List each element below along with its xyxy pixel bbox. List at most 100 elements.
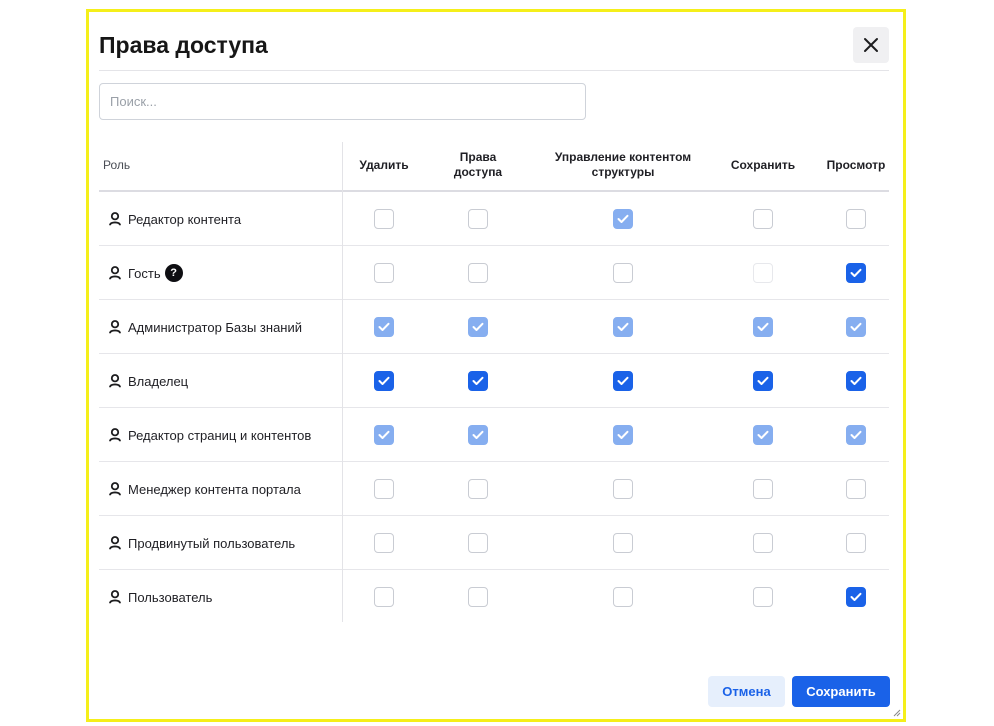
- checkbox-access[interactable]: [468, 263, 488, 283]
- column-header-view: Просмотр: [826, 157, 886, 172]
- check-icon: [472, 376, 484, 385]
- checkbox-save: [753, 263, 773, 283]
- check-icon: [472, 322, 484, 331]
- user-icon: [109, 428, 121, 442]
- role-cell: Гость?: [109, 246, 183, 300]
- checkbox-delete[interactable]: [374, 317, 394, 337]
- checkbox-save[interactable]: [753, 317, 773, 337]
- save-button[interactable]: Сохранить: [792, 676, 890, 707]
- checkbox-view[interactable]: [846, 479, 866, 499]
- role-name: Администратор Базы знаний: [128, 319, 303, 335]
- help-icon[interactable]: ?: [164, 264, 183, 282]
- cancel-button[interactable]: Отмена: [708, 676, 785, 707]
- checkbox-manage[interactable]: [613, 479, 633, 499]
- search-input[interactable]: [99, 83, 586, 120]
- checkbox-manage[interactable]: [613, 425, 633, 445]
- checkbox-save[interactable]: [753, 371, 773, 391]
- dialog-title: Права доступа: [99, 32, 268, 58]
- checkbox-manage[interactable]: [613, 371, 633, 391]
- role-name: Редактор страниц и контентов: [128, 427, 312, 443]
- user-icon: [109, 590, 121, 604]
- checkbox-delete[interactable]: [374, 479, 394, 499]
- checkbox-save[interactable]: [753, 533, 773, 553]
- user-icon: [109, 482, 121, 496]
- permissions-dialog: Права доступа Роль Удалить Права доступа У…: [86, 9, 906, 722]
- column-header-save: Сохранить: [730, 157, 796, 172]
- resize-grip-icon[interactable]: [893, 709, 901, 717]
- table-row: Редактор страниц и контентов: [99, 408, 889, 462]
- check-icon: [617, 214, 629, 223]
- role-name: Продвинутый пользователь: [128, 535, 296, 551]
- table-row: Редактор контента: [99, 192, 889, 246]
- check-icon: [378, 322, 390, 331]
- checkbox-save[interactable]: [753, 587, 773, 607]
- checkbox-view[interactable]: [846, 425, 866, 445]
- checkbox-access[interactable]: [468, 587, 488, 607]
- check-icon: [757, 376, 769, 385]
- checkbox-manage[interactable]: [613, 533, 633, 553]
- check-icon: [850, 322, 862, 331]
- checkbox-view[interactable]: [846, 209, 866, 229]
- role-cell: Владелец: [109, 354, 188, 408]
- checkbox-view[interactable]: [846, 263, 866, 283]
- check-icon: [850, 376, 862, 385]
- checkbox-access[interactable]: [468, 371, 488, 391]
- check-icon: [472, 430, 484, 439]
- role-name: Пользователь: [128, 589, 213, 605]
- user-icon: [109, 320, 121, 334]
- role-name: Менеджер контента портала: [128, 481, 301, 497]
- check-icon: [378, 430, 390, 439]
- table-row: Администратор Базы знаний: [99, 300, 889, 354]
- role-cell: Продвинутый пользователь: [109, 516, 295, 570]
- title-divider: [99, 70, 889, 71]
- user-icon: [109, 374, 121, 388]
- checkbox-save[interactable]: [753, 425, 773, 445]
- role-name: Гость: [128, 265, 161, 281]
- checkbox-access[interactable]: [468, 317, 488, 337]
- close-icon: [864, 38, 878, 52]
- checkbox-access[interactable]: [468, 479, 488, 499]
- table-row: Гость?: [99, 246, 889, 300]
- checkbox-view[interactable]: [846, 371, 866, 391]
- checkbox-delete[interactable]: [374, 263, 394, 283]
- checkbox-delete[interactable]: [374, 209, 394, 229]
- column-header-role: Роль: [103, 157, 131, 172]
- checkbox-access[interactable]: [468, 425, 488, 445]
- table-row: Владелец: [99, 354, 889, 408]
- checkbox-manage[interactable]: [613, 587, 633, 607]
- role-cell: Администратор Базы знаний: [109, 300, 302, 354]
- checkbox-delete[interactable]: [374, 425, 394, 445]
- check-icon: [757, 322, 769, 331]
- table-header: Роль Удалить Права доступа Управление конт…: [99, 140, 889, 190]
- checkbox-manage[interactable]: [613, 209, 633, 229]
- checkbox-delete[interactable]: [374, 587, 394, 607]
- user-icon: [109, 212, 121, 226]
- role-column-divider: [342, 142, 343, 622]
- check-icon: [850, 268, 862, 277]
- close-button[interactable]: [853, 27, 889, 63]
- check-icon: [617, 430, 629, 439]
- checkbox-save[interactable]: [753, 479, 773, 499]
- check-icon: [617, 322, 629, 331]
- checkbox-delete[interactable]: [374, 371, 394, 391]
- checkbox-view[interactable]: [846, 533, 866, 553]
- checkbox-manage[interactable]: [613, 317, 633, 337]
- checkbox-access[interactable]: [468, 209, 488, 229]
- user-icon: [109, 536, 121, 550]
- checkbox-save[interactable]: [753, 209, 773, 229]
- check-icon: [378, 376, 390, 385]
- check-icon: [617, 376, 629, 385]
- column-header-manage: Управление контентом структуры: [554, 150, 692, 179]
- checkbox-manage[interactable]: [613, 263, 633, 283]
- user-icon: [109, 266, 121, 280]
- column-header-access: Права доступа: [453, 150, 503, 179]
- checkbox-view[interactable]: [846, 587, 866, 607]
- role-cell: Пользователь: [109, 570, 212, 624]
- checkbox-view[interactable]: [846, 317, 866, 337]
- column-header-delete: Удалить: [359, 157, 409, 172]
- checkbox-delete[interactable]: [374, 533, 394, 553]
- checkbox-access[interactable]: [468, 533, 488, 553]
- role-name: Редактор контента: [128, 211, 242, 227]
- role-cell: Редактор контента: [109, 192, 241, 246]
- check-icon: [850, 430, 862, 439]
